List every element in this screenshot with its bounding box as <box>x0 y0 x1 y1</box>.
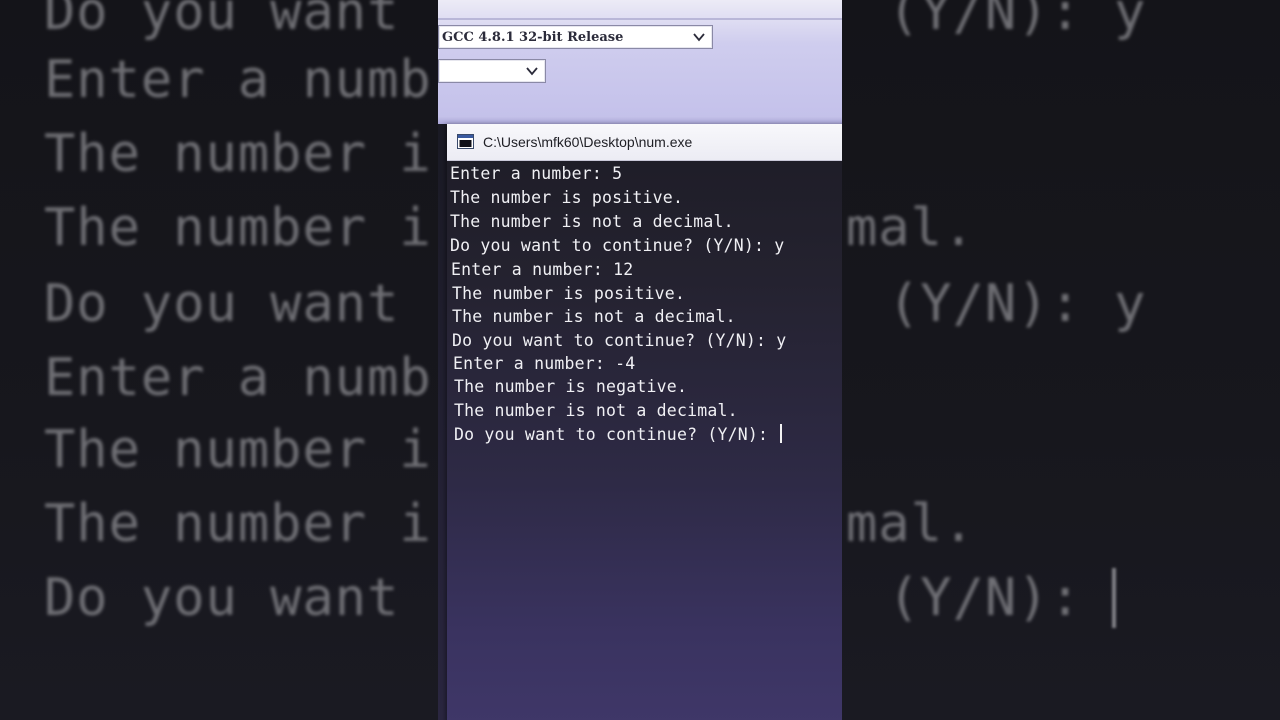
console-window-icon <box>457 134 474 149</box>
console-line: Enter a number: -4 <box>453 354 636 373</box>
toolbar-edge <box>438 116 842 124</box>
bg-text-line: The number i <box>44 198 432 258</box>
screen-photo: GCC 4.8.1 32-bit Release C:\Users\mfk60\… <box>438 0 842 720</box>
bg-text-right: (Y/N): y <box>888 0 1147 42</box>
bg-text-line: The number i <box>44 494 432 554</box>
build-target-select[interactable]: GCC 4.8.1 32-bit Release <box>438 25 713 49</box>
console-window[interactable]: C:\Users\mfk60\Desktop\num.exe Enter a n… <box>447 124 842 720</box>
bg-cursor <box>1112 568 1116 628</box>
bg-text-right: (Y/N): y <box>888 274 1147 334</box>
console-prompt-line[interactable]: Do you want to continue? (Y/N): <box>454 424 783 445</box>
bg-text-line: The number i <box>44 420 432 480</box>
console-line: Do you want to continue? (Y/N): y <box>450 236 785 255</box>
bg-text-line: Enter a numb <box>44 348 432 408</box>
bg-text-line: The number i <box>44 124 432 184</box>
bg-text-line: Do you want <box>44 274 400 334</box>
video-frame: Do you want Enter a numb The number i Th… <box>0 0 1280 720</box>
toolbar-divider <box>438 18 842 20</box>
build-target-value: GCC 4.8.1 32-bit Release <box>442 30 624 45</box>
bg-text-right: (Y/N): <box>888 568 1082 628</box>
console-line: The number is positive. <box>450 188 684 207</box>
bg-text-right: mal. <box>846 198 976 258</box>
console-line: The number is positive. <box>452 284 686 303</box>
console-line: The number is negative. <box>454 377 688 396</box>
console-line: Enter a number: 5 <box>450 164 623 183</box>
console-line: The number is not a decimal. <box>454 401 738 420</box>
console-title-bar[interactable]: C:\Users\mfk60\Desktop\num.exe <box>447 124 842 161</box>
text-cursor <box>780 424 783 443</box>
chevron-down-icon <box>693 33 705 42</box>
console-title: C:\Users\mfk60\Desktop\num.exe <box>483 134 693 150</box>
ide-editor-edge <box>438 124 447 720</box>
console-line: Enter a number: 12 <box>451 260 634 279</box>
console-output[interactable]: Enter a number: 5 The number is positive… <box>447 161 842 720</box>
console-line: Do you want to continue? (Y/N): y <box>452 331 787 350</box>
bg-text-line: Do you want <box>44 568 400 628</box>
bg-text-line: Do you want <box>44 0 400 42</box>
console-prompt-text: Do you want to continue? (Y/N): <box>454 425 779 444</box>
target-select[interactable] <box>438 59 546 83</box>
bg-text-right: mal. <box>846 494 976 554</box>
console-line: The number is not a decimal. <box>452 307 736 326</box>
bg-text-line: Enter a numb <box>44 50 432 110</box>
console-line: The number is not a decimal. <box>450 212 734 231</box>
chevron-down-icon <box>526 67 538 76</box>
ide-toolbar: GCC 4.8.1 32-bit Release <box>438 0 842 124</box>
